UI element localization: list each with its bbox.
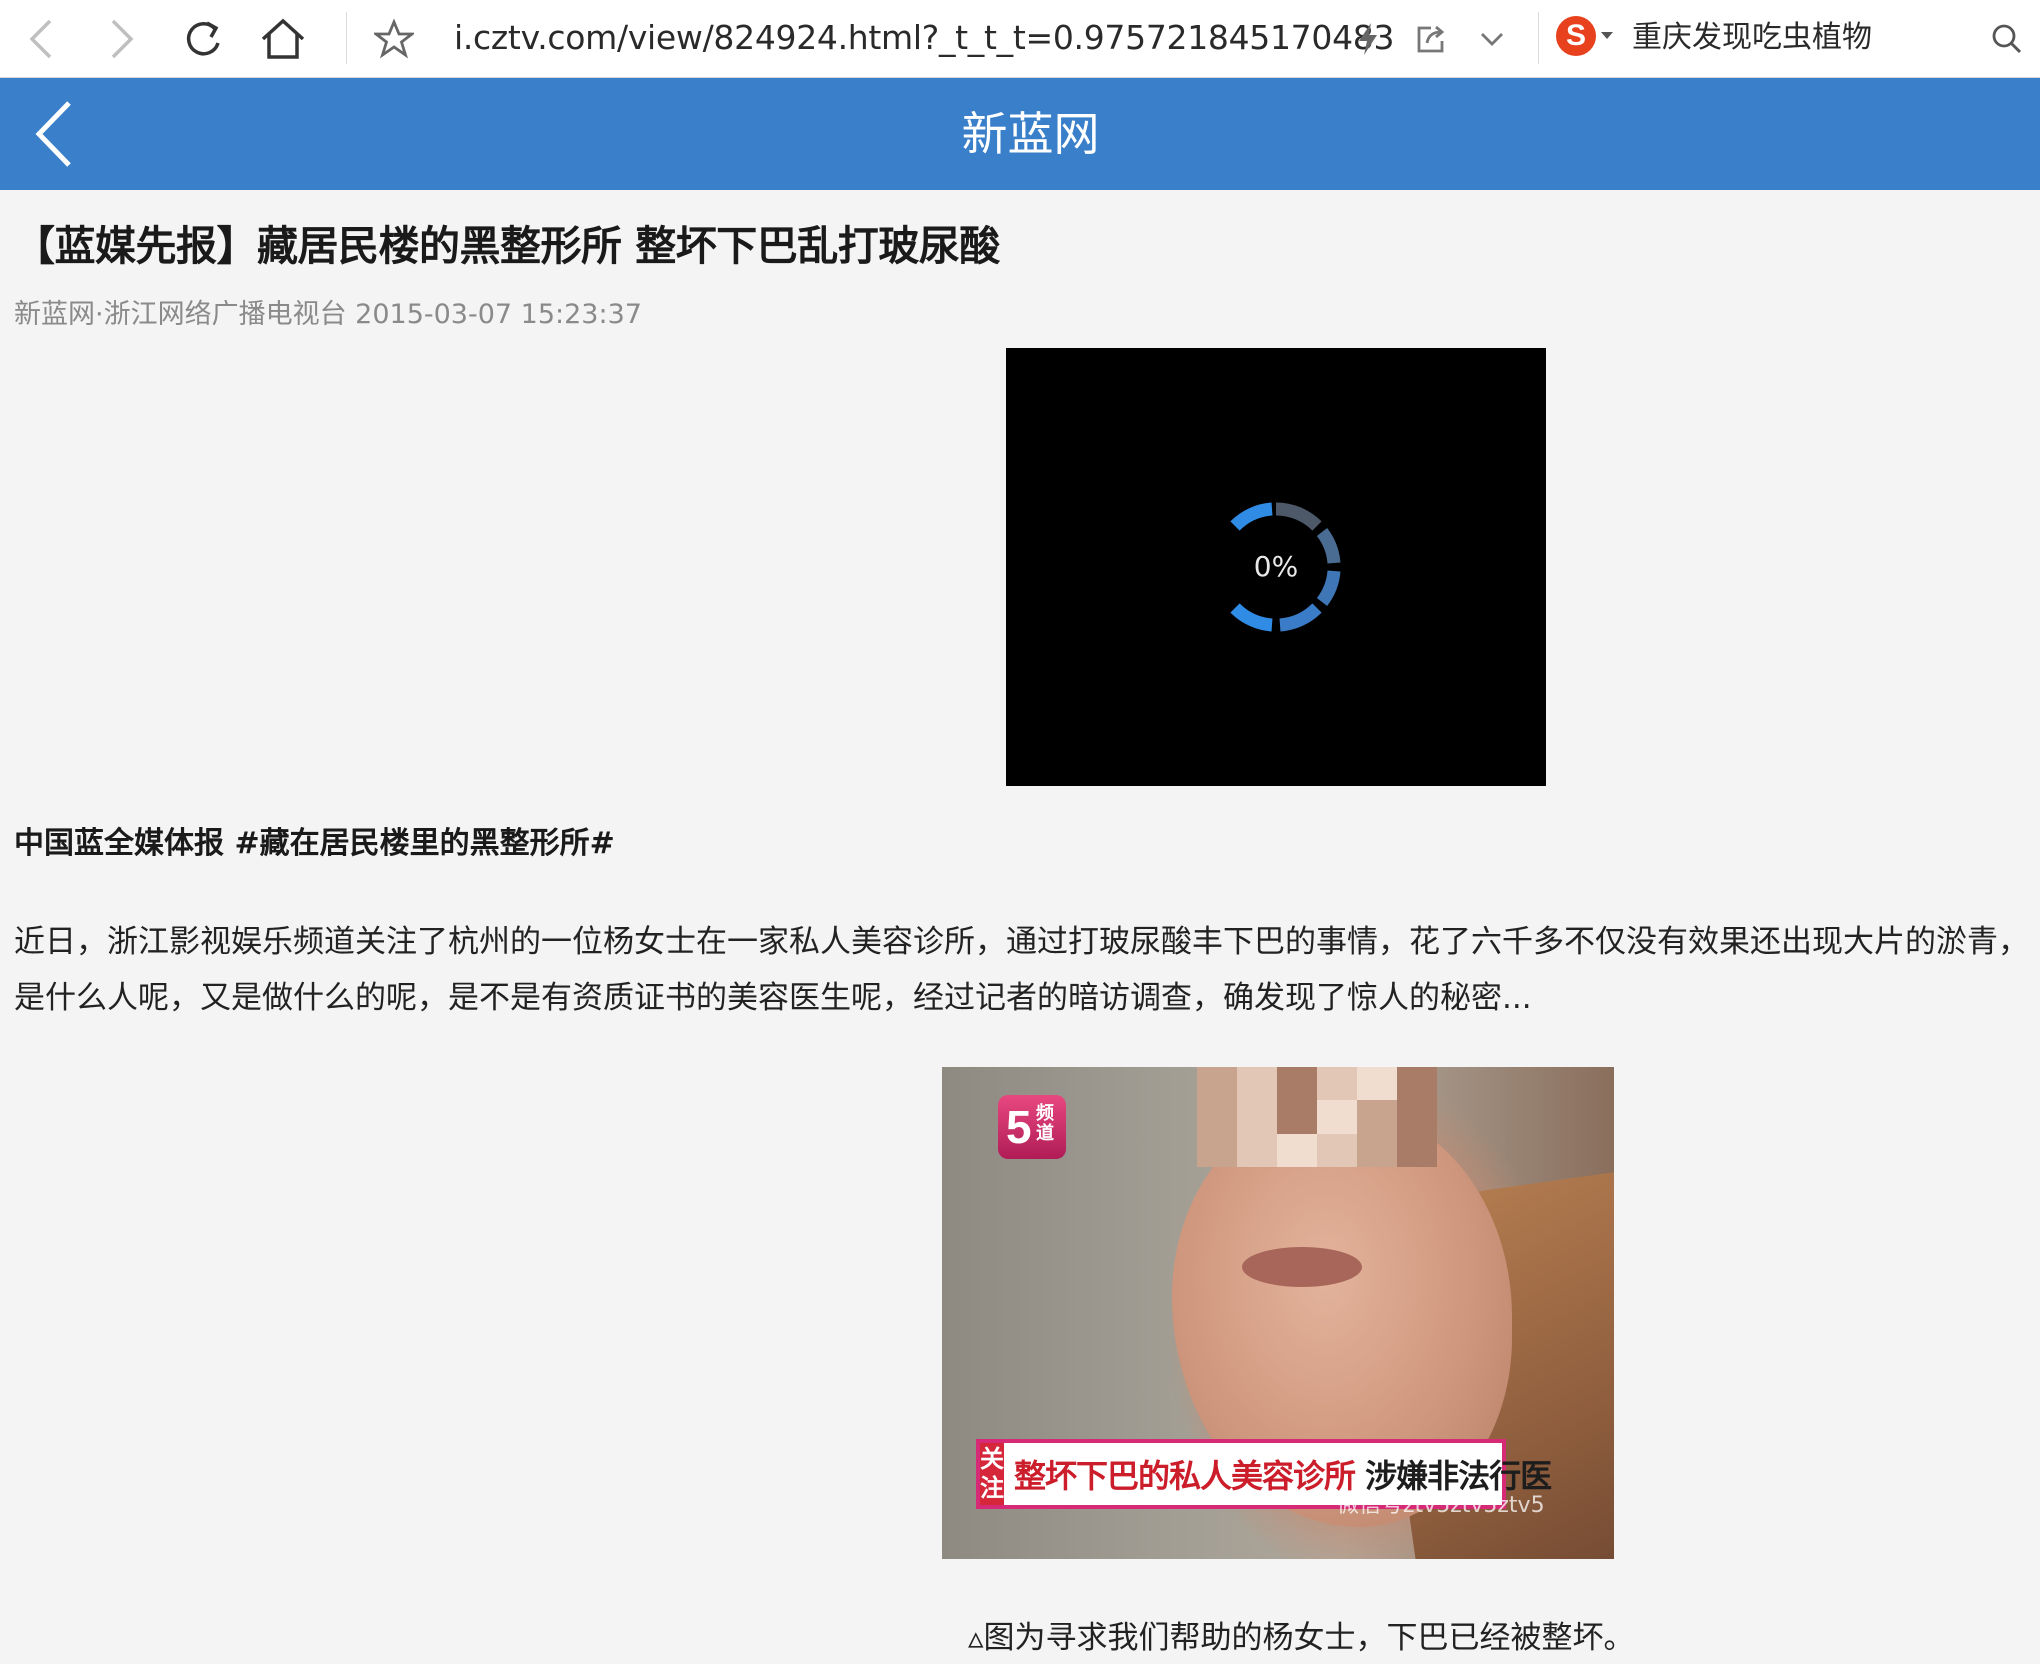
caption-tag: 关注 bbox=[980, 1443, 1004, 1505]
star-icon[interactable] bbox=[365, 10, 423, 68]
site-header: 新蓝网 bbox=[0, 78, 2040, 190]
article-paragraph: 近日，浙江影视娱乐频道关注了杭州的一位杨女士在一家私人美容诊所，通过打玻尿酸丰下… bbox=[14, 914, 2040, 1026]
chevron-down-icon[interactable] bbox=[1463, 10, 1521, 68]
reload-icon[interactable] bbox=[174, 10, 232, 68]
search-engine-logo-icon[interactable]: S bbox=[1556, 16, 1596, 56]
search-input[interactable]: 重庆发现吃虫植物 bbox=[1632, 14, 1872, 62]
back-arrow-icon[interactable] bbox=[12, 10, 70, 68]
home-icon[interactable] bbox=[254, 10, 312, 68]
article-meta: 新蓝网·浙江网络广播电视台 2015-03-07 15:23:37 bbox=[14, 299, 642, 330]
paragraph-line: 近日，浙江影视娱乐频道关注了杭州的一位杨女士在一家私人美容诊所，通过打玻尿酸丰下… bbox=[14, 924, 2029, 960]
lightning-icon[interactable] bbox=[1339, 10, 1397, 68]
forward-arrow-icon[interactable] bbox=[93, 10, 151, 68]
browser-toolbar: i.cztv.com/view/824924.html?_t_t_t=0.975… bbox=[0, 0, 2040, 78]
search-icon[interactable] bbox=[1978, 10, 2036, 68]
article-title: 【蓝媒先报】藏居民楼的黑整形所 整坏下巴乱打玻尿酸 bbox=[14, 222, 1000, 270]
article-hashtag: 中国蓝全媒体报 #藏在居民楼里的黑整形所# bbox=[14, 826, 615, 861]
channel-logo: 5 频道 bbox=[998, 1095, 1066, 1159]
loading-percent: 0% bbox=[1253, 550, 1299, 583]
figure-caption: ▵图为寻求我们帮助的杨女士，下巴已经被整坏。 bbox=[968, 1620, 1635, 1656]
share-icon[interactable] bbox=[1403, 10, 1461, 68]
site-title: 新蓝网 bbox=[961, 107, 1100, 161]
privacy-mosaic bbox=[1197, 1067, 1437, 1167]
address-bar[interactable]: i.cztv.com/view/824924.html?_t_t_t=0.975… bbox=[454, 14, 1394, 62]
engine-dropdown-caret-icon[interactable] bbox=[1601, 32, 1613, 39]
video-player[interactable]: 0% bbox=[1006, 348, 1546, 786]
paragraph-line: 是什么人呢，又是做什么的呢，是不是有资质证书的美容医生呢，经过记者的暗访调查，确… bbox=[14, 980, 1532, 1016]
image-watermark: 微信号ztv5ztv5ztv5 bbox=[1337, 1493, 1545, 1518]
article-photo: 5 频道 关注 整坏下巴的私人美容诊所 涉嫌非法行医 微信号ztv5ztv5zt… bbox=[942, 1067, 1614, 1559]
